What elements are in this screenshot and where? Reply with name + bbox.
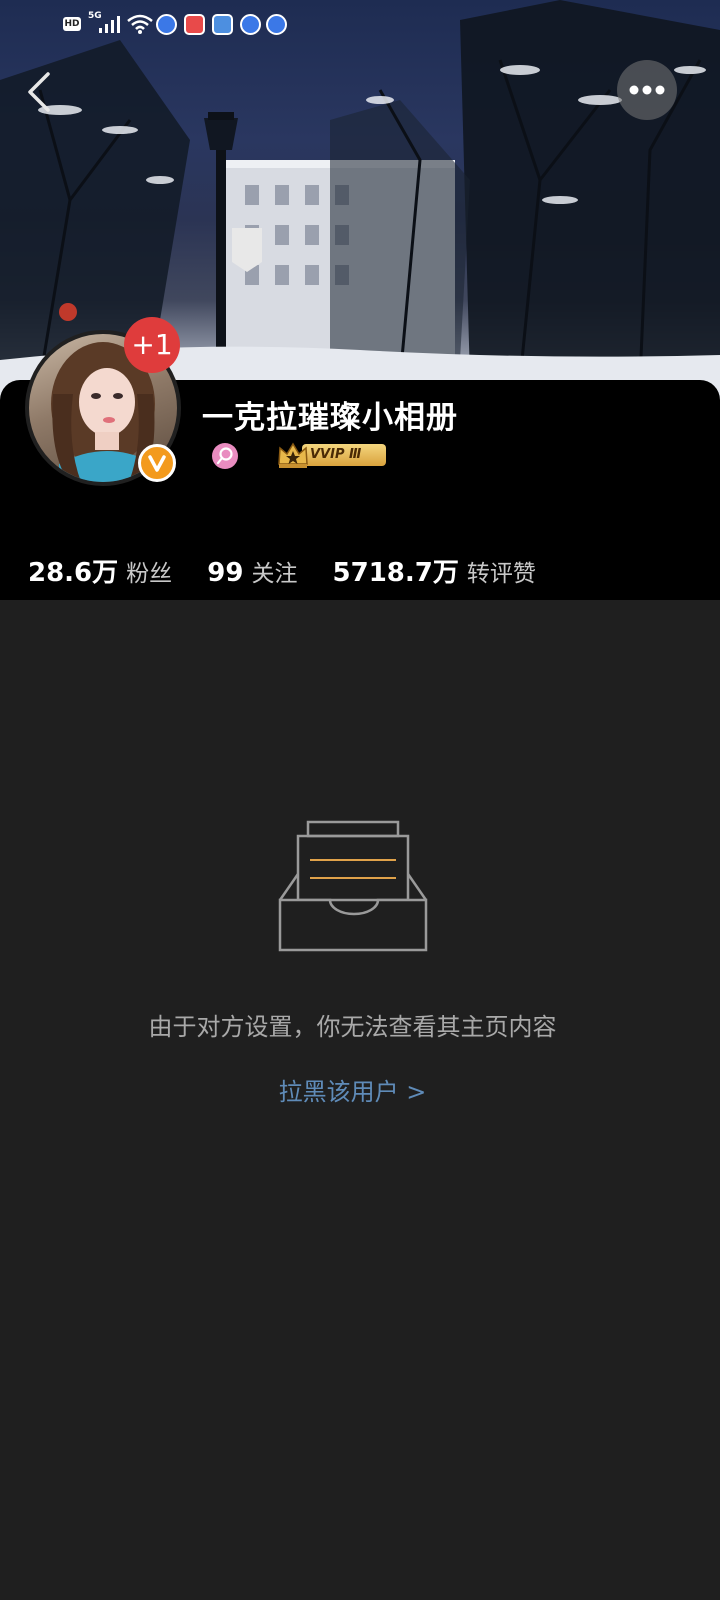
- back-button[interactable]: [22, 70, 58, 114]
- more-dots-icon: [629, 85, 665, 95]
- crown-icon: [278, 442, 308, 468]
- more-options-button[interactable]: [617, 60, 677, 120]
- inbox-tray-icon: [278, 820, 428, 952]
- profile-stats: 28.6万 粉丝 99 关注 5718.7万 转评赞: [28, 552, 566, 588]
- vip-badge[interactable]: VVIP Ⅲ: [276, 440, 388, 470]
- followers-label: 粉丝: [126, 561, 173, 587]
- app-notification-icon: [184, 14, 205, 35]
- status-bar: HD 5G: [0, 0, 720, 48]
- app-notification-icon: [266, 14, 287, 35]
- app-notification-icon: [240, 14, 261, 35]
- vip-label: VVIP Ⅲ: [302, 444, 386, 466]
- new-avatar-badge: +1: [124, 317, 180, 373]
- username: 一克拉璀璨小相册: [202, 400, 458, 436]
- signal-icon: [99, 16, 120, 33]
- app-notification-icon: [156, 14, 177, 35]
- following-label: 关注: [251, 561, 298, 587]
- followers-stat[interactable]: 28.6万 粉丝: [28, 552, 172, 589]
- chevron-left-icon: [28, 72, 50, 112]
- restricted-message: 由于对方设置，你无法查看其主页内容: [148, 1013, 557, 1041]
- wifi-icon: [127, 14, 153, 34]
- followers-count: 28.6万: [28, 558, 119, 588]
- search-icon[interactable]: [212, 443, 238, 469]
- verified-v-icon: [138, 444, 176, 482]
- following-stat[interactable]: 99 关注: [207, 554, 297, 588]
- app-notification-icon: [212, 14, 233, 35]
- hd-indicator: HD: [63, 17, 81, 31]
- block-user-link[interactable]: 拉黑该用户 >: [0, 1072, 705, 1107]
- following-count: 99: [207, 558, 244, 588]
- interactions-label: 转评赞: [466, 561, 536, 587]
- interactions-count: 5718.7万: [332, 558, 459, 588]
- interactions-stat[interactable]: 5718.7万 转评赞: [333, 552, 536, 589]
